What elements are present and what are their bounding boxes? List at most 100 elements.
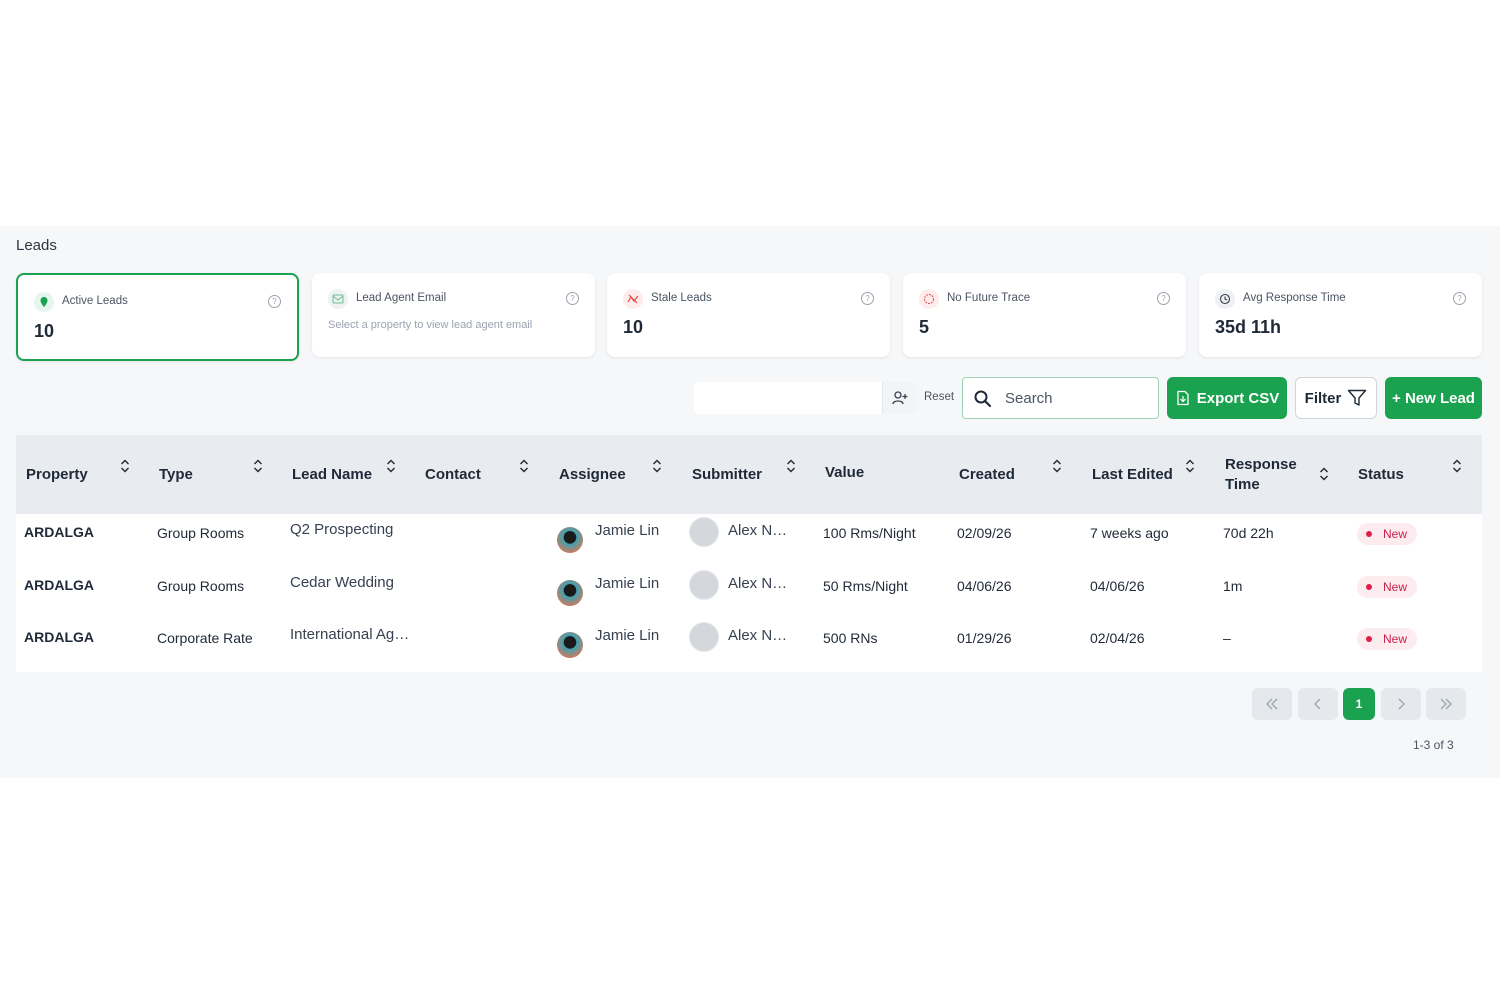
card-label: Active Leads bbox=[62, 295, 128, 307]
card-value: 10 bbox=[623, 317, 644, 337]
cell-last-edited: 04/06/26 bbox=[1090, 578, 1145, 594]
status-label: New bbox=[1383, 632, 1408, 646]
sort-icon[interactable] bbox=[652, 457, 662, 475]
prev-page-button[interactable] bbox=[1298, 688, 1338, 720]
chevron-left-icon bbox=[1314, 698, 1321, 710]
cell-response-time: 70d 22h bbox=[1223, 525, 1274, 541]
sort-icon[interactable] bbox=[519, 457, 529, 475]
sort-icon[interactable] bbox=[1052, 457, 1062, 475]
sort-icon[interactable] bbox=[786, 457, 796, 475]
help-icon[interactable]: ? bbox=[268, 295, 281, 308]
column-header-last-edited[interactable]: Last Edited bbox=[1092, 435, 1173, 514]
trend-off-icon bbox=[623, 289, 643, 309]
help-icon[interactable]: ? bbox=[566, 292, 579, 305]
card-lead-agent-email[interactable]: Lead Agent Email ? Select a property to … bbox=[312, 273, 595, 357]
help-icon[interactable]: ? bbox=[861, 292, 874, 305]
sort-icon[interactable] bbox=[386, 457, 396, 475]
clock-icon bbox=[1215, 289, 1235, 309]
cell-response-time: 1m bbox=[1223, 578, 1243, 594]
cell-lead-name[interactable]: Cedar Wedding bbox=[290, 574, 394, 591]
cell-lead-name[interactable]: International Ag… bbox=[290, 626, 409, 643]
card-label: No Future Trace bbox=[947, 292, 1031, 304]
status-dot bbox=[1366, 636, 1372, 642]
help-icon[interactable]: ? bbox=[1453, 292, 1466, 305]
column-header-submitter[interactable]: Submitter bbox=[692, 435, 762, 514]
card-avg-response-time[interactable]: Avg Response Time ? 35d 11h bbox=[1199, 273, 1482, 357]
sort-icon[interactable] bbox=[120, 457, 130, 475]
file-icon bbox=[1177, 390, 1189, 406]
cell-assignee: Jamie Lin bbox=[595, 575, 660, 592]
status-label: New bbox=[1383, 527, 1408, 541]
column-header-value[interactable]: Value bbox=[825, 433, 864, 512]
column-header-assignee[interactable]: Assignee bbox=[559, 435, 626, 514]
avatar bbox=[689, 622, 719, 652]
cell-property: ARDALGA bbox=[24, 629, 94, 645]
card-label: Lead Agent Email bbox=[356, 292, 447, 304]
card-label: Avg Response Time bbox=[1243, 292, 1346, 304]
chevron-double-left-icon bbox=[1266, 698, 1278, 710]
status-badge: New bbox=[1357, 523, 1417, 545]
cell-response-time: – bbox=[1223, 630, 1231, 646]
cell-created: 04/06/26 bbox=[957, 578, 1012, 594]
assignee-selector[interactable] bbox=[694, 382, 916, 414]
first-page-button[interactable] bbox=[1252, 688, 1292, 720]
sort-icon[interactable] bbox=[1185, 457, 1195, 475]
export-csv-button[interactable]: Export CSV bbox=[1167, 377, 1287, 419]
page-1-button[interactable]: 1 bbox=[1343, 688, 1375, 720]
sort-icon[interactable] bbox=[1452, 457, 1462, 475]
card-no-future-trace[interactable]: No Future Trace ? 5 bbox=[903, 273, 1186, 357]
avatar bbox=[557, 580, 583, 606]
new-lead-button[interactable]: + New Lead bbox=[1385, 377, 1482, 419]
table-body: ARDALGA Group Rooms Q2 Prospecting Jamie… bbox=[16, 514, 1482, 672]
cell-property: ARDALGA bbox=[24, 577, 94, 593]
table-row[interactable]: ARDALGA Group Rooms Q2 Prospecting Jamie… bbox=[16, 514, 1482, 566]
cell-value: 50 Rms/Night bbox=[823, 578, 908, 594]
card-value: 5 bbox=[919, 317, 930, 337]
status-badge: New bbox=[1357, 628, 1417, 650]
pagination-range: 1-3 of 3 bbox=[1413, 738, 1454, 752]
alert-circle-icon bbox=[919, 289, 939, 309]
avatar bbox=[689, 517, 719, 547]
card-subtext: Select a property to view lead agent ema… bbox=[328, 319, 533, 331]
card-stale-leads[interactable]: Stale Leads ? 10 bbox=[607, 273, 890, 357]
cell-submitter: Alex N… bbox=[728, 627, 788, 644]
help-icon[interactable]: ? bbox=[1157, 292, 1170, 305]
column-header-response-time[interactable]: Response Time bbox=[1225, 435, 1315, 514]
sort-icon[interactable] bbox=[253, 457, 263, 475]
cell-type: Group Rooms bbox=[157, 525, 245, 541]
filter-button[interactable]: Filter bbox=[1295, 377, 1377, 419]
cell-lead-name[interactable]: Q2 Prospecting bbox=[290, 521, 393, 538]
status-dot bbox=[1366, 531, 1372, 537]
add-user-button[interactable] bbox=[882, 382, 916, 414]
sort-icon[interactable] bbox=[1319, 465, 1329, 483]
cell-assignee: Jamie Lin bbox=[595, 522, 660, 539]
next-page-button[interactable] bbox=[1381, 688, 1421, 720]
chevron-double-right-icon bbox=[1440, 698, 1452, 710]
column-header-type[interactable]: Type bbox=[159, 435, 193, 514]
card-value: 35d 11h bbox=[1215, 317, 1282, 337]
column-header-property[interactable]: Property bbox=[26, 435, 88, 514]
table-row[interactable]: ARDALGA Corporate Rate International Ag…… bbox=[16, 619, 1482, 671]
search-box[interactable] bbox=[962, 377, 1159, 419]
add-user-icon bbox=[891, 391, 907, 405]
filter-label: Filter bbox=[1304, 389, 1342, 407]
search-input[interactable] bbox=[1005, 386, 1153, 410]
column-header-created[interactable]: Created bbox=[959, 435, 1015, 514]
table-row[interactable]: ARDALGA Group Rooms Cedar Wedding Jamie … bbox=[16, 567, 1482, 619]
column-header-lead-name[interactable]: Lead Name bbox=[292, 435, 372, 514]
leads-table: Property Type Lead Name Contact Assignee… bbox=[16, 435, 1482, 672]
page-title: Leads bbox=[16, 237, 57, 254]
cell-value: 100 Rms/Night bbox=[823, 525, 916, 541]
summary-cards: Active Leads ? 10 Lead Agent Email ? Sel… bbox=[16, 273, 1482, 361]
reset-link[interactable]: Reset bbox=[924, 391, 954, 403]
card-active-leads[interactable]: Active Leads ? 10 bbox=[16, 273, 299, 361]
cell-property: ARDALGA bbox=[24, 524, 94, 540]
status-dot bbox=[1366, 584, 1372, 590]
column-header-status[interactable]: Status bbox=[1358, 435, 1404, 514]
leads-panel: Leads Active Leads ? 10 Lead Agent Email… bbox=[0, 226, 1500, 778]
cell-type: Corporate Rate bbox=[157, 630, 253, 646]
last-page-button[interactable] bbox=[1426, 688, 1466, 720]
cell-created: 01/29/26 bbox=[957, 630, 1012, 646]
status-label: New bbox=[1383, 580, 1408, 594]
column-header-contact[interactable]: Contact bbox=[425, 435, 481, 514]
